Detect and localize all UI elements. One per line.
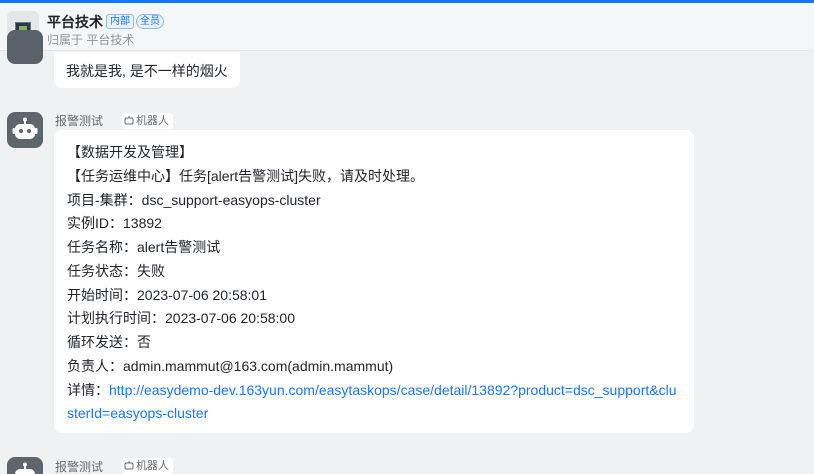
robot-small-icon	[124, 116, 134, 125]
previous-sender-avatar[interactable]	[7, 30, 43, 64]
robot-badge-label: 机器人	[136, 115, 169, 127]
previous-message-bubble[interactable]: 我就是我, 是不一样的烟火	[54, 52, 240, 88]
detail-link[interactable]: http://easydemo-dev.163yun.com/easytasko…	[67, 382, 676, 422]
internal-tag: 内部	[106, 14, 134, 29]
robot-badge: 机器人	[122, 458, 173, 474]
robot-badge-label: 机器人	[136, 460, 169, 472]
message-line: 开始时间：2023-07-06 20:58:01	[67, 286, 267, 303]
robot-avatar-icon	[15, 462, 35, 474]
message-list[interactable]: 我就是我, 是不一样的烟火 报警测试 机器人 【数据开发及管理】 【任务运维中心…	[0, 30, 814, 474]
message-line: 项目-集群：dsc_support-easyops-cluster	[67, 191, 321, 208]
message-line: 任务状态：失败	[67, 262, 165, 279]
robot-small-icon	[124, 461, 134, 470]
message-line: 负责人：admin.mammut@163.com(admin.mammut)	[67, 357, 394, 374]
bot-avatar[interactable]	[7, 112, 43, 148]
group-name[interactable]: 平台技术	[47, 12, 103, 32]
sender-name[interactable]: 报警测试	[55, 458, 103, 474]
detail-label: 详情：	[67, 381, 109, 398]
message-line: 实例ID：13892	[67, 215, 162, 232]
message-line: 【任务运维中心】任务[alert告警测试]失败，请及时处理。	[67, 167, 425, 184]
robot-badge: 机器人	[122, 113, 173, 129]
bot-avatar[interactable]	[7, 457, 43, 474]
alert-message-card[interactable]: 【数据开发及管理】 【任务运维中心】任务[alert告警测试]失败，请及时处理。…	[54, 130, 694, 433]
message-line: 【数据开发及管理】	[67, 144, 193, 160]
detail-line: 详情：http://easydemo-dev.163yun.com/easyta…	[67, 379, 681, 427]
message-line: 循环发送：否	[67, 334, 151, 350]
chat-header: 平台技术 内部 全员 归属于 平台技术	[0, 3, 814, 51]
robot-avatar-icon	[12, 117, 38, 139]
group-subtitle: 归属于 平台技术	[47, 33, 135, 47]
sender-name[interactable]: 报警测试	[55, 112, 103, 129]
message-line: 计划执行时间：2023-07-06 20:58:00	[67, 310, 295, 327]
message-line: 任务名称：alert告警测试	[67, 239, 221, 255]
all-members-tag: 全员	[136, 14, 164, 29]
